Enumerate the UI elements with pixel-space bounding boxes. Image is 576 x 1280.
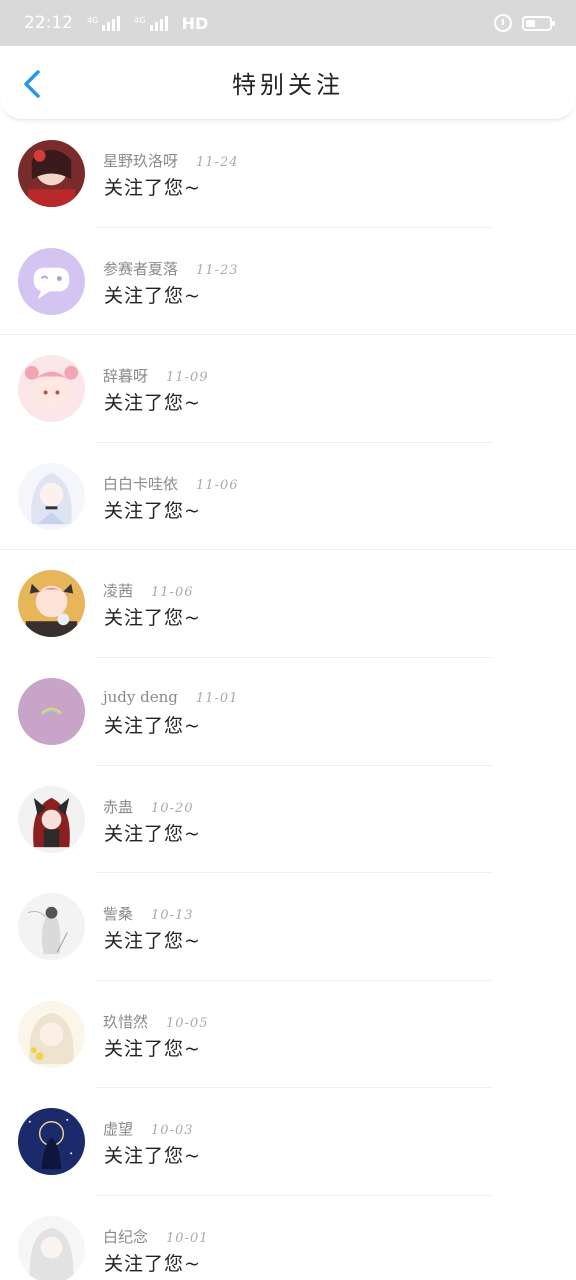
date: 10-13 bbox=[151, 908, 194, 924]
list-item[interactable]: 凌茜 11-06 关注了您~ bbox=[0, 550, 576, 658]
username[interactable]: 白白卡哇依 bbox=[103, 473, 178, 494]
message-text: 关注了您~ bbox=[104, 284, 201, 307]
list-item[interactable]: 赤蛊 10-20 关注了您~ bbox=[0, 766, 576, 874]
item-meta: 星野玖洛呀 11-24 bbox=[103, 150, 239, 171]
status-left: 22:12 4G 4G HD bbox=[24, 13, 208, 33]
username[interactable]: 凌茜 bbox=[103, 580, 133, 601]
message-text: 关注了您~ bbox=[104, 392, 201, 415]
username[interactable]: 赤蛊 bbox=[103, 796, 133, 817]
list-item[interactable]: 参赛者夏落 11-23 关注了您~ bbox=[0, 228, 576, 336]
date: 11-23 bbox=[196, 262, 239, 278]
list-item[interactable]: 白纪念 10-01 关注了您~ bbox=[0, 1196, 576, 1280]
signal-icon: 4G bbox=[87, 15, 121, 31]
date: 10-01 bbox=[166, 1230, 209, 1246]
message-text: 关注了您~ bbox=[104, 822, 201, 845]
message-text: 关注了您~ bbox=[104, 1037, 201, 1060]
network-label: HD bbox=[181, 13, 209, 33]
username[interactable]: 参赛者夏落 bbox=[103, 258, 178, 279]
avatar[interactable] bbox=[18, 893, 85, 961]
avatar[interactable] bbox=[18, 1108, 85, 1176]
avatar[interactable] bbox=[18, 677, 85, 745]
item-meta: 白纪念 10-01 bbox=[103, 1226, 209, 1247]
avatar[interactable] bbox=[18, 355, 85, 423]
status-bar: 22:12 4G 4G HD bbox=[0, 0, 576, 46]
avatar[interactable] bbox=[18, 570, 85, 638]
avatar[interactable] bbox=[18, 1000, 85, 1068]
list-item[interactable]: judy deng 11-01 关注了您~ bbox=[0, 658, 576, 766]
username[interactable]: 白纪念 bbox=[103, 1226, 148, 1247]
notification-list: 星野玖洛呀 11-24 关注了您~ 参赛者夏落 11-23 关注了您~ 辞暮呀 … bbox=[0, 120, 576, 1280]
status-right bbox=[494, 14, 555, 32]
chevron-left-icon bbox=[24, 70, 40, 98]
status-time: 22:12 bbox=[24, 13, 73, 33]
date: 11-01 bbox=[195, 690, 239, 706]
item-meta: 赤蛊 10-20 bbox=[103, 796, 194, 817]
message-text: 关注了您~ bbox=[104, 930, 201, 953]
item-meta: 参赛者夏落 11-23 bbox=[103, 258, 239, 279]
alarm-icon bbox=[494, 14, 512, 32]
date: 11-24 bbox=[196, 155, 239, 170]
list-item[interactable]: 玖惜然 10-05 关注了您~ bbox=[0, 981, 576, 1089]
avatar[interactable] bbox=[18, 462, 85, 530]
date: 11-06 bbox=[151, 585, 194, 601]
header: 特别关注 bbox=[0, 46, 576, 120]
date: 10-03 bbox=[151, 1123, 194, 1139]
username[interactable]: 虚望 bbox=[103, 1118, 133, 1139]
date: 11-06 bbox=[196, 477, 239, 493]
message-text: 关注了您~ bbox=[104, 499, 201, 522]
username[interactable]: 星野玖洛呀 bbox=[103, 150, 178, 171]
list-item[interactable]: 白白卡哇依 11-06 关注了您~ bbox=[0, 443, 576, 551]
list-item[interactable]: 虚望 10-03 关注了您~ bbox=[0, 1088, 576, 1196]
list-item[interactable]: 星野玖洛呀 11-24 关注了您~ bbox=[0, 120, 576, 228]
username[interactable]: 訾桑 bbox=[103, 903, 133, 924]
item-meta: 玖惜然 10-05 bbox=[103, 1011, 209, 1032]
signal-icon-2: 4G bbox=[134, 15, 168, 31]
avatar[interactable] bbox=[18, 1215, 85, 1280]
list-item[interactable]: 辞暮呀 11-09 关注了您~ bbox=[0, 335, 576, 443]
date: 11-09 bbox=[166, 370, 209, 386]
avatar[interactable] bbox=[18, 785, 85, 853]
back-button[interactable] bbox=[18, 68, 46, 100]
list-item[interactable]: 訾桑 10-13 关注了您~ bbox=[0, 873, 576, 981]
message-text: 关注了您~ bbox=[104, 1145, 201, 1168]
item-meta: judy deng 11-01 bbox=[103, 688, 238, 706]
page-title: 特别关注 bbox=[232, 71, 344, 99]
username[interactable]: 辞暮呀 bbox=[103, 365, 148, 386]
item-meta: 虚望 10-03 bbox=[103, 1118, 194, 1139]
date: 10-20 bbox=[151, 800, 194, 816]
date: 10-05 bbox=[166, 1015, 209, 1031]
item-meta: 訾桑 10-13 bbox=[103, 903, 194, 924]
item-meta: 辞暮呀 11-09 bbox=[103, 365, 209, 386]
message-text: 关注了您~ bbox=[104, 1252, 201, 1275]
message-text: 关注了您~ bbox=[104, 177, 201, 199]
item-meta: 白白卡哇依 11-06 bbox=[103, 473, 239, 494]
item-meta: 凌茜 11-06 bbox=[103, 580, 194, 601]
username[interactable]: 玖惜然 bbox=[103, 1011, 148, 1032]
avatar[interactable] bbox=[18, 247, 85, 315]
avatar[interactable] bbox=[18, 140, 85, 207]
message-text: 关注了您~ bbox=[104, 607, 201, 630]
username[interactable]: judy deng bbox=[103, 688, 178, 706]
battery-icon bbox=[522, 15, 555, 31]
message-text: 关注了您~ bbox=[104, 714, 201, 737]
